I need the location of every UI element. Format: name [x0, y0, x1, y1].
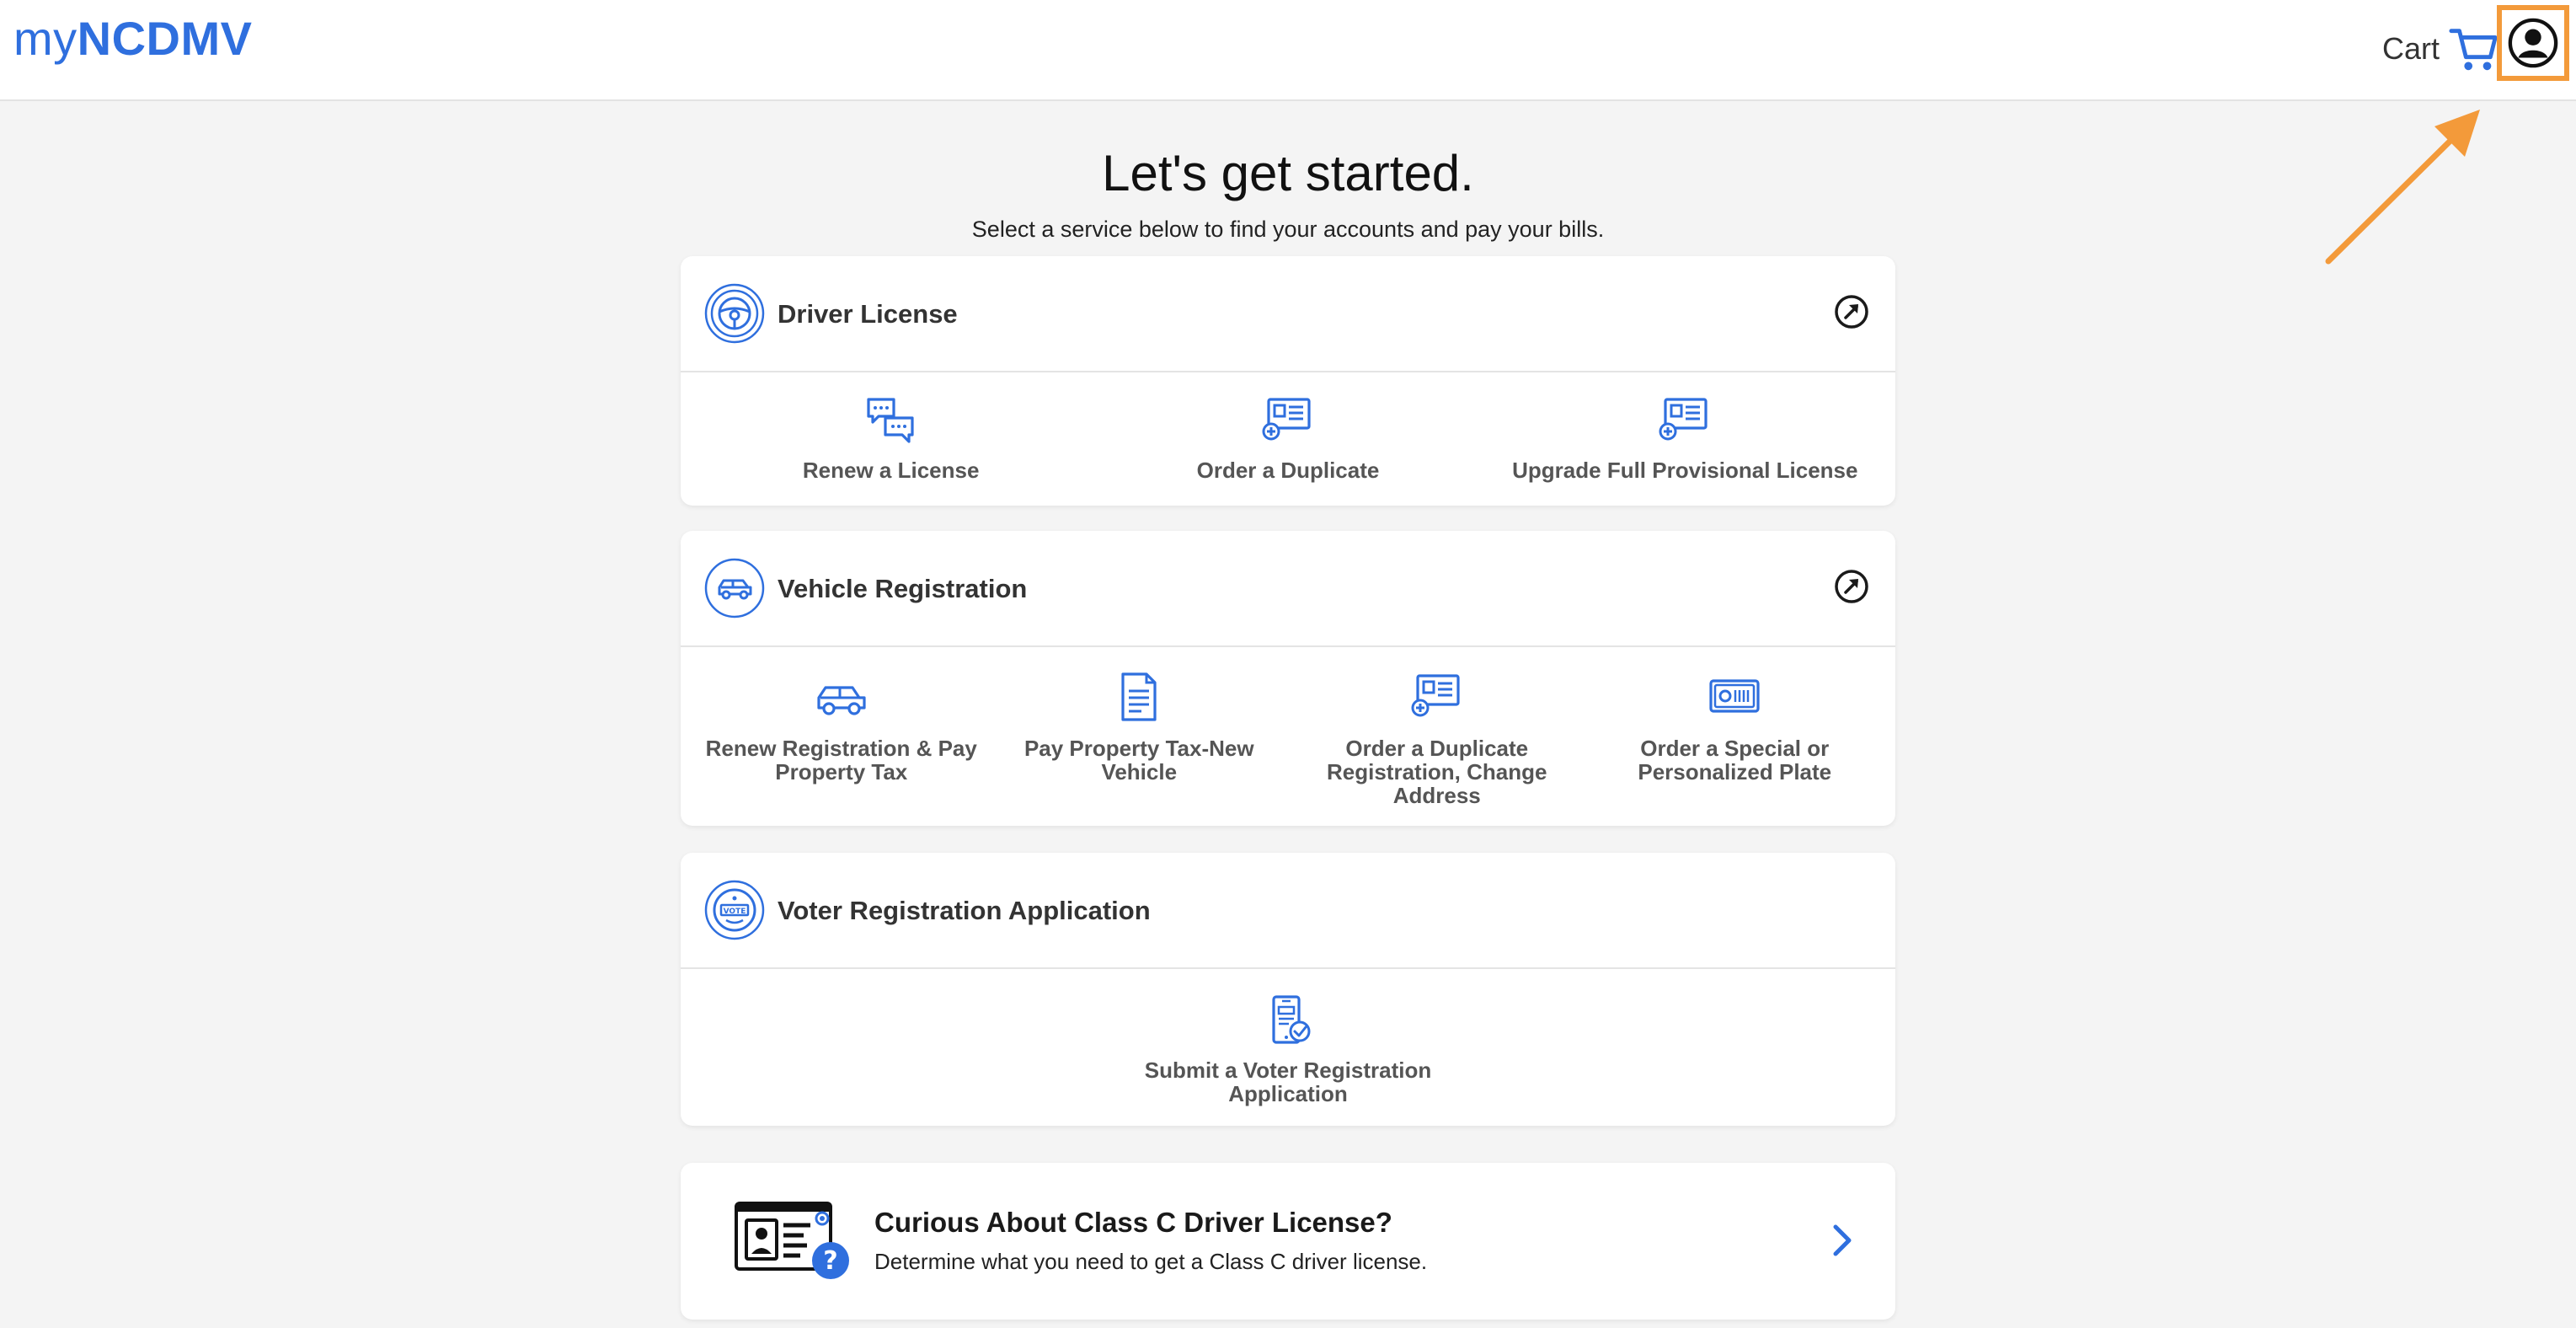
car-icon — [817, 686, 866, 715]
vehicle-registration-card: Vehicle Registration Renew Registration … — [681, 531, 1895, 826]
upgrade-provisional-label: Upgrade Full Provisional License — [1512, 458, 1858, 483]
svg-text:VOTE: VOTE — [724, 908, 746, 916]
id-card-plus-icon — [1262, 398, 1311, 441]
renew-license-label: Renew a License — [802, 458, 980, 483]
site-logo[interactable]: myNCDMV — [13, 5, 252, 72]
renew-license-link[interactable]: Renew a License — [714, 394, 1068, 504]
duplicate-registration-label: Order a Duplicate Registration, Change A… — [1327, 736, 1547, 808]
promo-subtitle: Determine what you need to get a Class C… — [874, 1249, 1428, 1274]
vehicle-registration-title: Vehicle Registration — [778, 574, 1028, 603]
user-account-icon — [2508, 18, 2558, 68]
logo-prefix: my — [13, 12, 77, 65]
logo-brand: NCDMV — [77, 12, 253, 65]
account-button[interactable] — [2497, 5, 2569, 81]
voter-registration-card: VOTE Voter Registration Application Subm… — [681, 853, 1895, 1126]
pay-property-tax-label: Pay Property Tax-New Vehicle — [1023, 736, 1254, 784]
pay-property-tax-link[interactable]: Pay Property Tax-New Vehicle — [1000, 671, 1278, 807]
car-icon — [704, 558, 765, 618]
chevron-right-icon[interactable] — [1830, 1222, 1855, 1259]
vote-badge-icon: VOTE — [704, 880, 765, 940]
id-card-plus-icon — [1659, 398, 1708, 441]
chat-bubbles-icon — [867, 398, 914, 443]
submit-voter-registration-link[interactable]: Submit a Voter Registration Application — [1136, 994, 1440, 1106]
license-plate-icon — [1709, 679, 1760, 713]
vehicle-registration-header[interactable]: Vehicle Registration — [681, 531, 1895, 647]
voter-registration-header: VOTE Voter Registration Application — [681, 853, 1895, 969]
external-link-icon[interactable] — [1833, 568, 1870, 605]
external-link-icon[interactable] — [1833, 293, 1870, 330]
cart-label: Cart — [2382, 31, 2440, 66]
renew-registration-label: Renew Registration & Pay Property Tax — [705, 736, 977, 784]
driver-license-services: Renew a License Order a Duplicate Upgrad… — [681, 372, 1895, 504]
special-plate-link[interactable]: Order a Special or Personalized Plate — [1595, 671, 1873, 807]
driver-license-title: Driver License — [778, 299, 958, 329]
id-card-plus-icon — [1411, 674, 1460, 717]
mobile-check-icon — [1272, 995, 1311, 1044]
driver-license-card: Driver License Renew a License Order a D… — [681, 256, 1895, 506]
order-duplicate-link[interactable]: Order a Duplicate — [1111, 394, 1465, 504]
class-c-promo-card[interactable]: ? Curious About Class C Driver License? … — [681, 1163, 1895, 1320]
document-icon — [1121, 672, 1157, 721]
promo-title: Curious About Class C Driver License? — [874, 1207, 1392, 1238]
voter-registration-services: Submit a Voter Registration Application — [681, 969, 1895, 1106]
page-title: Let's get started. — [1102, 145, 1474, 201]
duplicate-registration-link[interactable]: Order a Duplicate Registration, Change A… — [1298, 671, 1576, 807]
voter-registration-title: Voter Registration Application — [778, 896, 1151, 925]
submit-voter-registration-label: Submit a Voter Registration Application — [1144, 1058, 1432, 1106]
steering-wheel-icon — [704, 283, 765, 344]
order-duplicate-label: Order a Duplicate — [1196, 458, 1380, 483]
license-question-icon: ? — [735, 1202, 849, 1279]
upgrade-provisional-link[interactable]: Upgrade Full Provisional License — [1508, 394, 1862, 504]
page-subtitle: Select a service below to find your acco… — [971, 217, 1605, 242]
driver-license-header[interactable]: Driver License — [681, 256, 1895, 372]
shopping-cart-icon — [2449, 29, 2498, 71]
top-header: myNCDMV Cart — [0, 0, 2576, 101]
cart-button[interactable]: Cart — [2382, 24, 2500, 74]
svg-text:?: ? — [823, 1246, 837, 1276]
special-plate-label: Order a Special or Personalized Plate — [1638, 736, 1832, 784]
vehicle-registration-services: Renew Registration & Pay Property Tax Pa… — [681, 647, 1895, 807]
renew-registration-link[interactable]: Renew Registration & Pay Property Tax — [703, 671, 981, 807]
